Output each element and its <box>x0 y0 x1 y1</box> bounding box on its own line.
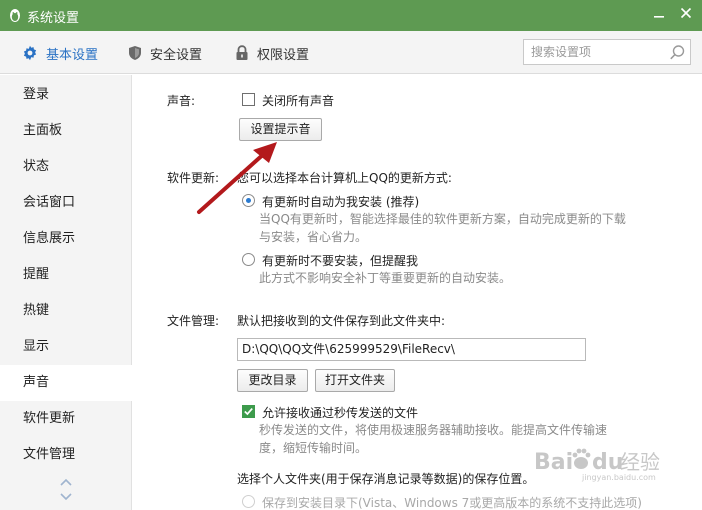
update-auto-desc-2: 与安装，省心省力。 <box>259 230 368 244</box>
save-install-dir-label: 保存到安装目录下(Vista、Windows 7或更高版本的系统不支持此选项) <box>262 496 642 510</box>
sidebar-item-label: 声音 <box>23 375 50 390</box>
set-tone-button[interactable]: 设置提示音 <box>239 118 322 141</box>
tab-basic-settings-label: 基本设置 <box>46 47 99 63</box>
update-intro: 您可以选择本台计算机上QQ的更新方式: <box>237 171 452 185</box>
sidebar-item-label: 热键 <box>23 303 50 318</box>
tab-permission-settings-label: 权限设置 <box>257 47 310 63</box>
sidebar-item-info-display[interactable]: 信息展示 <box>0 221 131 257</box>
sidebar-item-status[interactable]: 状态 <box>0 149 131 185</box>
allow-flash-desc-2: 度，缩短传输时间。 <box>259 441 368 455</box>
settings-search-box <box>523 39 691 65</box>
svg-text:du: du <box>592 450 623 475</box>
update-section-label: 软件更新: <box>167 171 220 185</box>
sidebar-item-file-management[interactable]: 文件管理 <box>0 437 131 473</box>
sidebar-item-display[interactable]: 显示 <box>0 329 131 365</box>
update-notify-radio[interactable] <box>242 253 255 266</box>
sidebar-item-login[interactable]: 登录 <box>0 77 131 113</box>
sidebar-item-chat-window[interactable]: 会话窗口 <box>0 185 131 221</box>
allow-flash-checkbox[interactable] <box>242 405 255 418</box>
scroll-up-icon[interactable] <box>59 477 73 487</box>
sidebar-item-label: 状态 <box>23 159 50 174</box>
sidebar-item-label: 信息展示 <box>23 231 76 246</box>
update-auto-desc-1: 当QQ有更新时，智能选择最佳的软件更新方案，自动完成更新的下载 <box>259 212 626 226</box>
baidu-watermark: Bai du 经验 jingyan.baidu.com <box>532 442 672 482</box>
allow-flash-label: 允许接收通过秒传发送的文件 <box>262 406 419 420</box>
save-install-dir-radio[interactable] <box>242 495 255 508</box>
allow-flash-desc-1: 秒传发送的文件，将使用极速服务器辅助接收。能提高文件传输速 <box>259 423 608 437</box>
close-button[interactable] <box>676 5 696 25</box>
open-folder-button[interactable]: 打开文件夹 <box>315 369 395 392</box>
tab-security-settings-label: 安全设置 <box>150 47 203 63</box>
sidebar-item-label: 主面板 <box>23 123 63 138</box>
files-intro: 默认把接收到的文件保存到此文件夹中: <box>237 314 446 328</box>
sidebar-item-sound[interactable]: 声音 <box>0 365 132 401</box>
tab-permission-settings[interactable]: 权限设置 <box>235 43 309 63</box>
sidebar: 登录 主面板 状态 会话窗口 信息展示 提醒 热键 显示 声音 软件更新 文件管… <box>0 75 132 510</box>
sidebar-item-reminder[interactable]: 提醒 <box>0 257 131 293</box>
files-section-label: 文件管理: <box>167 314 220 328</box>
sidebar-item-software-update[interactable]: 软件更新 <box>0 401 131 437</box>
sound-section-label: 声音: <box>167 94 196 108</box>
settings-tabs-bar: 基本设置 安全设置 权限设置 <box>0 31 702 74</box>
svg-text:Bai: Bai <box>534 450 573 475</box>
update-auto-label: 有更新时自动为我安装 (推荐) <box>262 195 420 209</box>
close-icon <box>680 7 692 19</box>
sidebar-item-main-panel[interactable]: 主面板 <box>0 113 131 149</box>
sidebar-item-label: 文件管理 <box>23 447 76 462</box>
shield-icon <box>129 46 141 60</box>
baidu-paw-logo: Bai du 经验 jingyan.baidu.com <box>534 448 660 482</box>
update-notify-desc: 此方式不影响安全补丁等重要更新的自动安装。 <box>259 271 512 285</box>
mute-all-checkbox[interactable] <box>242 93 255 106</box>
tab-basic-settings[interactable]: 基本设置 <box>22 43 98 63</box>
sidebar-item-label: 软件更新 <box>23 411 76 426</box>
minimize-icon <box>654 16 664 18</box>
receive-folder-path-field[interactable]: D:\QQ\QQ文件\625999529\FileRecv\ <box>237 338 586 361</box>
svg-text:jingyan.baidu.com: jingyan.baidu.com <box>581 473 656 482</box>
svg-text:经验: 经验 <box>620 450 660 474</box>
title-bar: 系统设置 <box>0 0 702 31</box>
personal-folder-heading: 选择个人文件夹(用于保存消息记录等数据)的保存位置。 <box>237 472 535 486</box>
minimize-button[interactable] <box>649 5 669 25</box>
sidebar-item-label: 提醒 <box>23 267 50 282</box>
update-auto-radio[interactable] <box>242 194 255 207</box>
search-input[interactable] <box>524 40 664 64</box>
gear-icon <box>23 45 37 61</box>
qq-penguin-icon <box>10 9 20 22</box>
window-title: 系统设置 <box>27 11 80 26</box>
sidebar-item-label: 会话窗口 <box>23 195 76 210</box>
sidebar-item-hotkeys[interactable]: 热键 <box>0 293 131 329</box>
tab-security-settings[interactable]: 安全设置 <box>128 43 202 63</box>
sidebar-item-label: 登录 <box>23 87 50 102</box>
checkmark-icon <box>244 408 253 416</box>
change-dir-button[interactable]: 更改目录 <box>237 369 308 392</box>
search-icon[interactable] <box>669 44 686 61</box>
mute-all-label: 关闭所有声音 <box>262 94 335 108</box>
lock-icon <box>236 45 248 60</box>
update-notify-label: 有更新时不要安装，但提醒我 <box>262 254 419 268</box>
sidebar-item-label: 显示 <box>23 339 50 354</box>
scroll-down-icon[interactable] <box>59 492 73 502</box>
